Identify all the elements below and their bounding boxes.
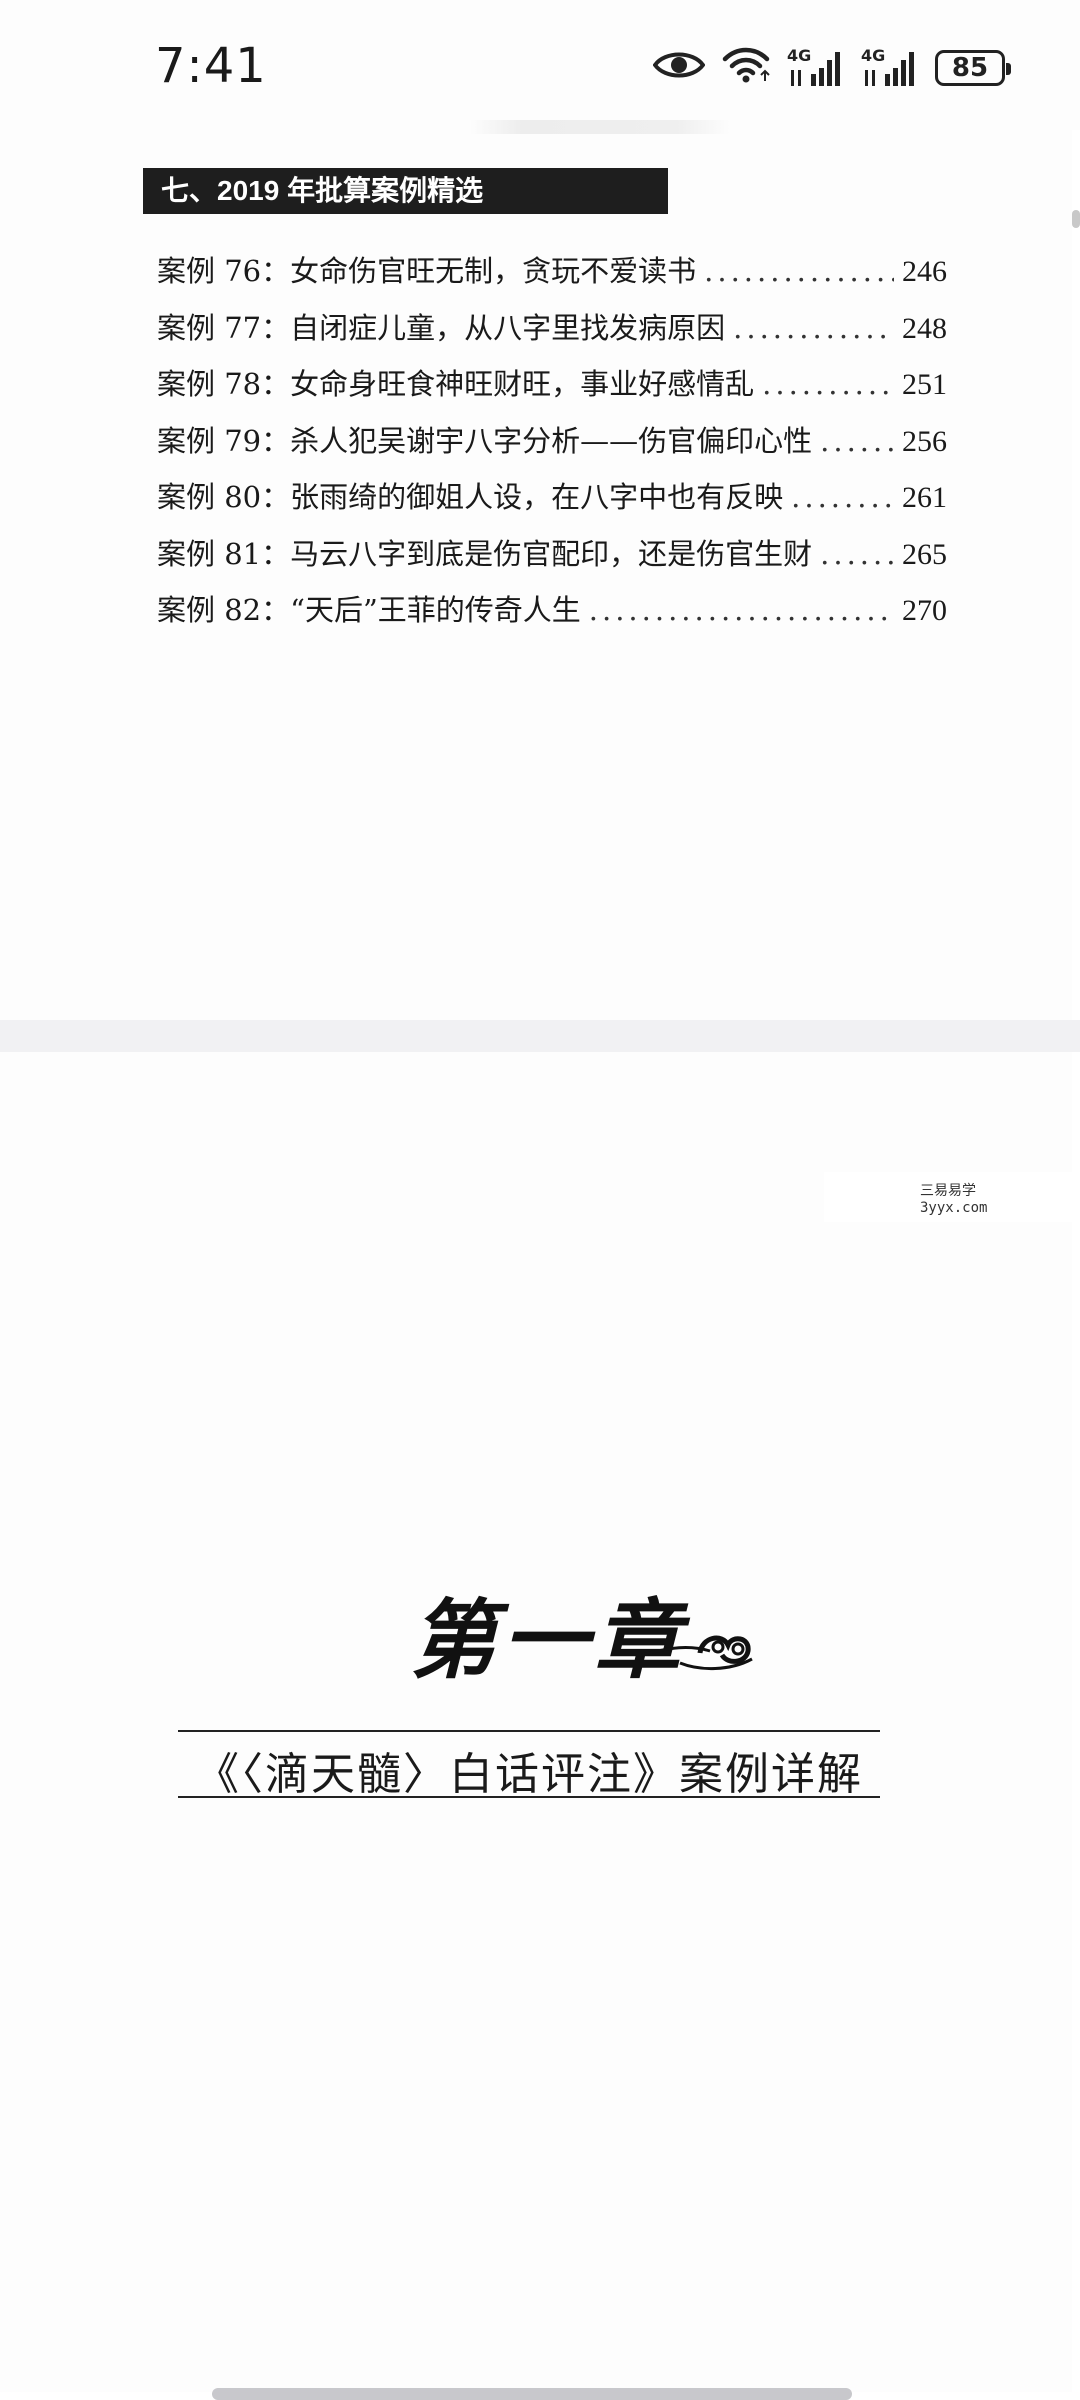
- toc-title: 杀人犯吴谢宇八字分析——伤官偏印心性: [290, 423, 813, 458]
- section-header: 七、2019 年批算案例精选: [143, 168, 668, 214]
- document-page-toc[interactable]: 七、2019 年批算案例精选 案例 76： 女命伤官旺无制，贪玩不爱读书 246…: [0, 120, 1072, 1020]
- cloud-ornament-icon: [641, 1635, 753, 1671]
- chapter-rule-bottom: [178, 1796, 880, 1798]
- toc-leader: [762, 367, 894, 401]
- toc-page-number: 246: [902, 255, 947, 288]
- toc-page-number: 251: [902, 368, 947, 401]
- toc-entry[interactable]: 案例 82： “天后”王菲的传奇人生 270: [157, 587, 947, 644]
- toc-title: “天后”王菲的传奇人生: [290, 593, 581, 627]
- toc-title: 马云八字到底是伤官配印，还是伤官生财: [290, 536, 813, 571]
- toc-page-number: 256: [902, 424, 947, 458]
- toc-case-number: 案例 78：: [157, 367, 291, 401]
- chapter-rule-top: [178, 1730, 880, 1732]
- toc-list: 案例 76： 女命伤官旺无制，贪玩不爱读书 246 案例 77： 自闭症儿童，从…: [157, 248, 947, 644]
- wifi-icon: [721, 45, 771, 90]
- signal-icon-2: 4G: [861, 46, 919, 90]
- site-watermark: 三易易学 3yyx.com: [824, 1172, 1080, 1222]
- toc-entry[interactable]: 案例 77： 自闭症儿童，从八字里找发病原因 248: [157, 305, 947, 362]
- toc-leader: [820, 537, 894, 571]
- toc-leader: [589, 593, 894, 627]
- toc-leader: [733, 311, 894, 345]
- toc-page-number: 270: [902, 594, 947, 627]
- toc-entry[interactable]: 案例 76： 女命伤官旺无制，贪玩不爱读书 246: [157, 248, 947, 305]
- toc-entry[interactable]: 案例 80： 张雨绮的御姐人设，在八字中也有反映 261: [157, 474, 947, 531]
- status-icons: 4G 4G 85: [652, 45, 1011, 90]
- battery-icon: 85: [935, 49, 1011, 86]
- status-bar: 7:41 4G 4G 85: [0, 0, 1080, 130]
- toc-title: 女命伤官旺无制，贪玩不爱读书: [290, 254, 697, 288]
- vertical-scrollbar[interactable]: [1072, 210, 1080, 228]
- toc-leader: [704, 254, 894, 288]
- toc-entry[interactable]: 案例 81： 马云八字到底是伤官配印，还是伤官生财 265: [157, 531, 947, 588]
- toc-case-number: 案例 79：: [157, 423, 291, 458]
- toc-leader: [791, 480, 894, 514]
- toc-title: 女命身旺食神旺财旺，事业好感情乱: [290, 367, 755, 401]
- toc-case-number: 案例 81：: [157, 536, 291, 571]
- toc-title: 自闭症儿童，从八字里找发病原因: [290, 310, 726, 345]
- watermark-url: 3yyx.com: [920, 1200, 988, 1216]
- toc-entry[interactable]: 案例 79： 杀人犯吴谢宇八字分析——伤官偏印心性 256: [157, 418, 947, 475]
- document-page-chapter[interactable]: [0, 1052, 1072, 2392]
- eye-icon: [652, 47, 706, 88]
- toc-title: 张雨绮的御姐人设，在八字中也有反映: [290, 480, 784, 514]
- toc-case-number: 案例 82：: [157, 593, 291, 627]
- toc-case-number: 案例 80：: [157, 480, 291, 514]
- signal-icon: 4G: [787, 46, 845, 90]
- battery-level: 85: [951, 52, 989, 83]
- watermark-name: 三易易学: [920, 1183, 976, 1199]
- toc-entry[interactable]: 案例 78： 女命身旺食神旺财旺，事业好感情乱 251: [157, 361, 947, 418]
- toc-case-number: 案例 76：: [157, 254, 291, 288]
- chapter-subtitle: 《〈滴天髓〉白话评注》案例详解: [195, 1749, 863, 1800]
- toc-leader: [820, 424, 894, 458]
- status-time: 7:41: [155, 38, 267, 94]
- toc-page-number: 265: [902, 537, 947, 571]
- toc-page-number: 261: [902, 481, 947, 514]
- toc-page-number: 248: [902, 311, 947, 345]
- toc-case-number: 案例 77：: [157, 310, 291, 345]
- horizontal-scrollbar[interactable]: [212, 2388, 852, 2400]
- page-top-cut-text: [470, 120, 730, 134]
- page-separator: [0, 1020, 1080, 1052]
